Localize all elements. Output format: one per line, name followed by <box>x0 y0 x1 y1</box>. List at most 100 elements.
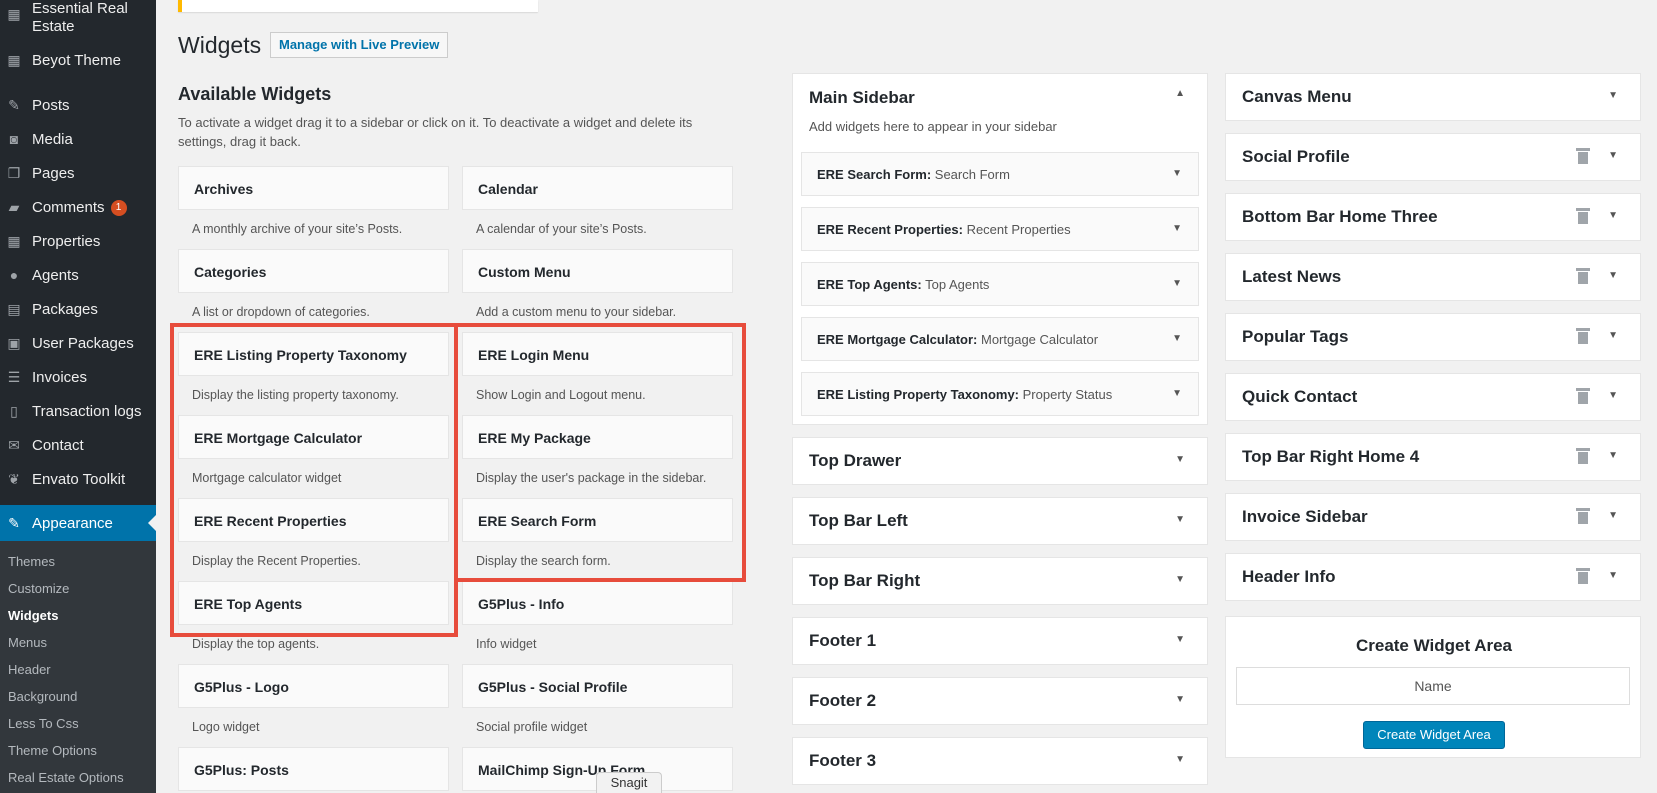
widget-area-top-bar-right-home-4[interactable]: Top Bar Right Home 4 ▼ <box>1225 433 1641 481</box>
submenu-background[interactable]: Background <box>8 689 77 704</box>
menu-posts[interactable]: ✎ Posts <box>0 88 156 122</box>
expand-arrow-icon[interactable]: ▼ <box>1172 168 1182 179</box>
widget-calendar[interactable]: Calendar <box>462 166 733 210</box>
manage-live-preview-button[interactable]: Manage with Live Preview <box>270 32 449 58</box>
widget-area-bottom-bar-home-three[interactable]: Bottom Bar Home Three ▼ <box>1225 193 1641 241</box>
widget-area-social-profile[interactable]: Social Profile ▼ <box>1225 133 1641 181</box>
submenu-real-estate-options[interactable]: Real Estate Options <box>8 770 124 785</box>
menu-contact[interactable]: ✉ Contact <box>0 428 156 462</box>
widget-area-title: Footer 1 <box>809 631 877 650</box>
menu-transaction-logs[interactable]: ▯ Transaction logs <box>0 394 156 428</box>
submenu-themes[interactable]: Themes <box>8 554 55 569</box>
expand-arrow-icon[interactable]: ▼ <box>1175 454 1185 465</box>
widget-area-footer-1[interactable]: Footer 1 ▼ <box>792 617 1208 665</box>
expand-arrow-icon[interactable]: ▼ <box>1608 390 1618 401</box>
sidebar-widget[interactable]: ERE Listing Property Taxonomy: Property … <box>801 372 1199 416</box>
collapse-arrow-icon[interactable]: ▲ <box>1175 88 1185 99</box>
sidebar-widget-title: Top Agents <box>925 277 990 292</box>
expand-arrow-icon[interactable]: ▼ <box>1608 330 1618 341</box>
trash-icon[interactable] <box>1576 568 1590 584</box>
expand-arrow-icon[interactable]: ▼ <box>1608 510 1618 521</box>
widget-area-title: Top Bar Right Home 4 <box>1242 447 1420 466</box>
menu-pages[interactable]: ❐ Pages <box>0 156 156 190</box>
widget-g5plus-info[interactable]: G5Plus - Info <box>462 581 733 625</box>
widget-area-popular-tags[interactable]: Popular Tags ▼ <box>1225 313 1641 361</box>
menu-beyot-theme[interactable]: ▦ Beyot Theme <box>0 43 156 77</box>
expand-arrow-icon[interactable]: ▼ <box>1608 150 1618 161</box>
snagit-tab[interactable]: Snagit <box>596 772 662 793</box>
sidebar-widget[interactable]: ERE Recent Properties: Recent Properties… <box>801 207 1199 251</box>
expand-arrow-icon[interactable]: ▼ <box>1172 278 1182 289</box>
submenu-theme-options[interactable]: Theme Options <box>8 743 97 758</box>
sidebar-widget[interactable]: ERE Search Form: Search Form ▼ <box>801 152 1199 196</box>
menu-properties[interactable]: ▦ Properties <box>0 224 156 258</box>
expand-arrow-icon[interactable]: ▼ <box>1608 210 1618 221</box>
expand-arrow-icon[interactable]: ▼ <box>1175 754 1185 765</box>
expand-arrow-icon[interactable]: ▼ <box>1175 574 1185 585</box>
sidebar-widget[interactable]: ERE Mortgage Calculator: Mortgage Calcul… <box>801 317 1199 361</box>
widget-area-canvas-menu[interactable]: Canvas Menu ▼ <box>1225 73 1641 121</box>
submenu-header[interactable]: Header <box>8 662 51 677</box>
widget-area-top-drawer[interactable]: Top Drawer ▼ <box>792 437 1208 485</box>
menu-comments[interactable]: ▰ Comments 1 <box>0 190 156 224</box>
leaf-icon: ❦ <box>8 470 20 487</box>
widget-area-invoice-sidebar[interactable]: Invoice Sidebar ▼ <box>1225 493 1641 541</box>
sidebar-widget[interactable]: ERE Top Agents: Top Agents ▼ <box>801 262 1199 306</box>
expand-arrow-icon[interactable]: ▼ <box>1175 514 1185 525</box>
widget-archives[interactable]: Archives <box>178 166 449 210</box>
comment-icon: ▰ <box>8 198 20 215</box>
expand-arrow-icon[interactable]: ▼ <box>1608 450 1618 461</box>
sidebar-widget-name: ERE Mortgage Calculator: <box>817 332 978 347</box>
trash-icon[interactable] <box>1576 448 1590 464</box>
menu-appearance[interactable]: ✎ Appearance <box>0 505 156 541</box>
menu-packages[interactable]: ▤ Packages <box>0 292 156 326</box>
create-widget-area-button[interactable]: Create Widget Area <box>1363 721 1505 749</box>
sidebar-widget-title: Mortgage Calculator <box>980 332 1099 347</box>
expand-arrow-icon[interactable]: ▼ <box>1175 634 1185 645</box>
menu-user-packages[interactable]: ▣ User Packages <box>0 326 156 360</box>
media-icon: ◙ <box>9 131 19 147</box>
pages-icon: ❐ <box>7 164 21 181</box>
widget-area-top-bar-right[interactable]: Top Bar Right ▼ <box>792 557 1208 605</box>
widget-area-quick-contact[interactable]: Quick Contact ▼ <box>1225 373 1641 421</box>
widget-area-header-info[interactable]: Header Info ▼ <box>1225 553 1641 601</box>
widget-desc: Logo widget <box>192 720 260 734</box>
create-widget-area-panel: Create Widget Area Name Create Widget Ar… <box>1225 616 1641 758</box>
menu-invoices[interactable]: ☰ Invoices <box>0 360 156 394</box>
trash-icon[interactable] <box>1576 388 1590 404</box>
menu-media[interactable]: ◙ Media <box>0 122 156 156</box>
widget-area-top-bar-left[interactable]: Top Bar Left ▼ <box>792 497 1208 545</box>
widget-g5plus-posts[interactable]: G5Plus: Posts <box>178 747 449 791</box>
submenu-less-to-css[interactable]: Less To Css <box>8 716 79 731</box>
widget-g5plus-logo[interactable]: G5Plus - Logo <box>178 664 449 708</box>
trash-icon[interactable] <box>1576 508 1590 524</box>
expand-arrow-icon[interactable]: ▼ <box>1608 270 1618 281</box>
widget-categories[interactable]: Categories <box>178 249 449 293</box>
widget-area-latest-news[interactable]: Latest News ▼ <box>1225 253 1641 301</box>
expand-arrow-icon[interactable]: ▼ <box>1172 223 1182 234</box>
widget-area-name-input[interactable]: Name <box>1236 667 1630 705</box>
submenu-widgets[interactable]: Widgets <box>8 608 58 623</box>
trash-icon[interactable] <box>1576 268 1590 284</box>
expand-arrow-icon[interactable]: ▼ <box>1608 90 1618 101</box>
widget-area-footer-2[interactable]: Footer 2 ▼ <box>792 677 1208 725</box>
highlight-box-right <box>454 323 746 582</box>
expand-arrow-icon[interactable]: ▼ <box>1608 570 1618 581</box>
trash-icon[interactable] <box>1576 148 1590 164</box>
widget-custom-menu[interactable]: Custom Menu <box>462 249 733 293</box>
widget-area-title: Invoice Sidebar <box>1242 507 1368 526</box>
submenu-customize[interactable]: Customize <box>8 581 69 596</box>
main-sidebar-title[interactable]: Main Sidebar <box>809 88 915 108</box>
expand-arrow-icon[interactable]: ▼ <box>1172 333 1182 344</box>
expand-arrow-icon[interactable]: ▼ <box>1172 388 1182 399</box>
submenu-menus[interactable]: Menus <box>8 635 47 650</box>
trash-icon[interactable] <box>1576 208 1590 224</box>
building-icon: ▦ <box>7 232 21 249</box>
menu-envato-toolkit[interactable]: ❦ Envato Toolkit <box>0 462 156 496</box>
widget-g5plus-social-profile[interactable]: G5Plus - Social Profile <box>462 664 733 708</box>
trash-icon[interactable] <box>1576 328 1590 344</box>
menu-agents[interactable]: ● Agents <box>0 258 156 292</box>
widget-area-footer-3[interactable]: Footer 3 ▼ <box>792 737 1208 785</box>
menu-essential-real-estate[interactable]: ▦ Essential Real Estate <box>0 0 156 40</box>
expand-arrow-icon[interactable]: ▼ <box>1175 694 1185 705</box>
